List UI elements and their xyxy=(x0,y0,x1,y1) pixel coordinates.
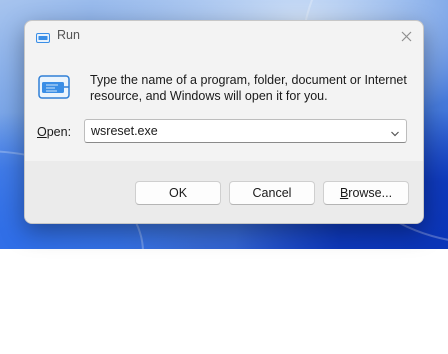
title-bar[interactable]: Run xyxy=(25,21,423,51)
ok-button[interactable]: OK xyxy=(135,181,221,205)
chevron-down-icon[interactable] xyxy=(390,126,400,137)
window-title: Run xyxy=(57,28,80,42)
browse-button[interactable]: Browse... xyxy=(323,181,409,205)
open-combobox[interactable] xyxy=(84,119,407,143)
cancel-button[interactable]: Cancel xyxy=(229,181,315,205)
open-label: Open: xyxy=(37,125,71,139)
open-input[interactable] xyxy=(91,122,371,140)
button-footer: OK Cancel Browse... xyxy=(25,161,423,223)
open-label-accelerator: O xyxy=(37,125,47,139)
run-description: Type the name of a program, folder, docu… xyxy=(90,73,407,103)
run-icon xyxy=(36,30,50,43)
browse-accelerator: B xyxy=(339,186,349,200)
close-icon[interactable] xyxy=(395,25,417,47)
run-dialog: Run Type the name of a program, folder, … xyxy=(24,20,424,224)
browse-label: rowse... xyxy=(348,186,393,200)
run-program-icon xyxy=(38,75,72,101)
open-label-text: pen: xyxy=(46,125,72,139)
